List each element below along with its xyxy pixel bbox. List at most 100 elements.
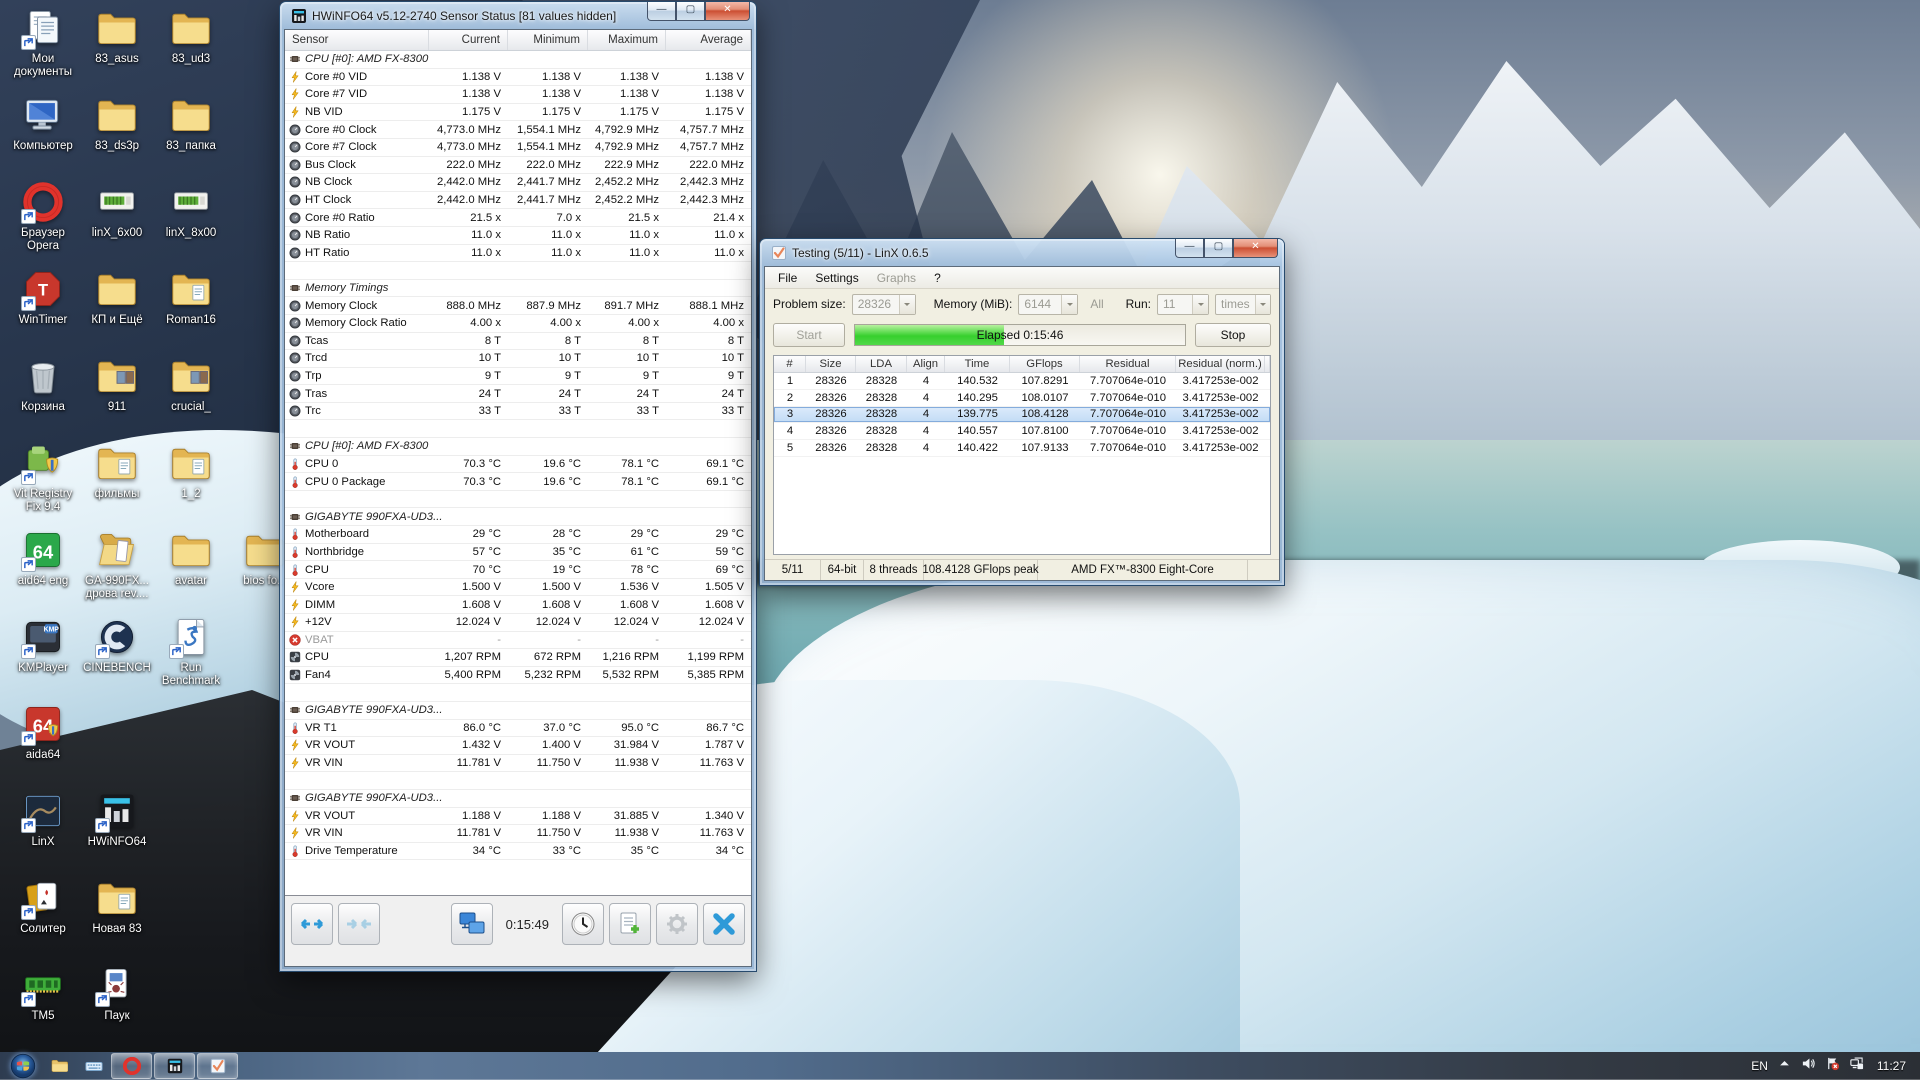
desktop-icon-benchdoc[interactable]: Run Benchmark bbox=[156, 615, 226, 688]
desktop-icon-cinebench[interactable]: CINEBENCH bbox=[82, 615, 152, 675]
volume-icon[interactable] bbox=[1801, 1056, 1816, 1076]
expand-arrows-button[interactable] bbox=[291, 903, 333, 945]
action-center-flag-icon[interactable] bbox=[1825, 1056, 1840, 1076]
desktop-icon-folder[interactable]: 83_ds3p bbox=[82, 93, 152, 153]
linx-close-button[interactable]: ✕ bbox=[1233, 239, 1278, 258]
linx-column-header-7[interactable]: Residual (norm.) bbox=[1176, 356, 1265, 372]
sensor-row[interactable]: Motherboard29 °C28 °C29 °C29 °C bbox=[285, 526, 751, 544]
sensor-row[interactable]: DIMM1.608 V1.608 V1.608 V1.608 V bbox=[285, 596, 751, 614]
hidden-icons-arrow[interactable] bbox=[1777, 1056, 1792, 1076]
menu-help[interactable]: ? bbox=[925, 269, 950, 287]
start-button-orb[interactable] bbox=[6, 1053, 40, 1079]
sensor-row[interactable]: Core #0 Ratio21.5 x7.0 x21.5 x21.4 x bbox=[285, 209, 751, 227]
linx-result-row[interactable]: 428326283284140.557107.81007.707064e-010… bbox=[774, 423, 1270, 440]
sensor-row[interactable]: Fan45,400 RPM5,232 RPM5,532 RPM5,385 RPM bbox=[285, 667, 751, 685]
hwinfo-column-header-average[interactable]: Average bbox=[666, 30, 751, 50]
sensor-row[interactable]: CPU1,207 RPM672 RPM1,216 RPM1,199 RPM bbox=[285, 649, 751, 667]
sensor-row[interactable]: GIGABYTE 990FXA-UD3... bbox=[285, 702, 751, 720]
sensor-row[interactable]: Memory Clock Ratio4.00 x4.00 x4.00 x4.00… bbox=[285, 315, 751, 333]
desktop-icon-linxapp[interactable]: LinX bbox=[8, 789, 78, 849]
linx-column-header-3[interactable]: Align bbox=[907, 356, 945, 372]
desktop-icon-folderdocs[interactable]: Новая 83 bbox=[82, 876, 152, 936]
sensor-row[interactable]: Core #0 VID1.138 V1.138 V1.138 V1.138 V bbox=[285, 69, 751, 87]
sensor-row[interactable]: CPU 070.3 °C19.6 °C78.1 °C69.1 °C bbox=[285, 456, 751, 474]
sensor-row[interactable]: Bus Clock222.0 MHz222.0 MHz222.9 MHz222.… bbox=[285, 157, 751, 175]
sensor-row[interactable]: Northbridge57 °C35 °C61 °C59 °C bbox=[285, 544, 751, 562]
sensor-row[interactable]: NB VID1.175 V1.175 V1.175 V1.175 V bbox=[285, 104, 751, 122]
hwinfo-minimize-button[interactable]: — bbox=[647, 2, 676, 21]
desktop-icon-folder[interactable]: КП и Ещё bbox=[82, 267, 152, 327]
sensor-row[interactable]: Drive Temperature34 °C33 °C35 °C34 °C bbox=[285, 843, 751, 861]
linx-result-row[interactable]: 128326283284140.532107.82917.707064e-010… bbox=[774, 373, 1270, 390]
menu-file[interactable]: File bbox=[769, 269, 806, 287]
sensor-row[interactable]: Memory Timings bbox=[285, 280, 751, 298]
sensor-row[interactable]: Core #7 Clock4,773.0 MHz1,554.1 MHz4,792… bbox=[285, 139, 751, 157]
sensor-row[interactable]: GIGABYTE 990FXA-UD3... bbox=[285, 508, 751, 526]
sensor-row[interactable]: VR VIN11.781 V11.750 V11.938 V11.763 V bbox=[285, 825, 751, 843]
linx-result-row[interactable]: 528326283284140.422107.91337.707064e-010… bbox=[774, 440, 1270, 457]
sensor-row[interactable]: VR T186.0 °C37.0 °C95.0 °C86.7 °C bbox=[285, 720, 751, 738]
desktop-icon-spider[interactable]: Паук bbox=[82, 963, 152, 1023]
hwinfo-maximize-button[interactable]: ▢ bbox=[676, 2, 705, 21]
sensor-row[interactable]: CPU [#0]: AMD FX-8300 bbox=[285, 51, 751, 69]
desktop-icon-ramfile[interactable]: linX_8x00 bbox=[156, 180, 226, 240]
desktop-icon-folderdocs[interactable]: Roman16 bbox=[156, 267, 226, 327]
sensor-row[interactable]: +12V12.024 V12.024 V12.024 V12.024 V bbox=[285, 614, 751, 632]
linx-taskbar-button[interactable] bbox=[197, 1053, 238, 1079]
report-button[interactable] bbox=[609, 903, 651, 945]
sensor-row[interactable]: Core #0 Clock4,773.0 MHz1,554.1 MHz4,792… bbox=[285, 121, 751, 139]
sensor-row[interactable]: Trcd10 T10 T10 T10 T bbox=[285, 350, 751, 368]
hwinfo-column-header-maximum[interactable]: Maximum bbox=[588, 30, 666, 50]
sensor-row[interactable]: Trc33 T33 T33 T33 T bbox=[285, 403, 751, 421]
sensor-row[interactable]: Memory Clock888.0 MHz887.9 MHz891.7 MHz8… bbox=[285, 297, 751, 315]
hwinfo-titlebar[interactable]: HWiNFO64 v5.12-2740 Sensor Status [81 va… bbox=[284, 2, 752, 29]
desktop-icon-folder[interactable]: avatar bbox=[156, 528, 226, 588]
sensor-row[interactable]: GIGABYTE 990FXA-UD3... bbox=[285, 790, 751, 808]
sensor-row[interactable]: CPU 0 Package70.3 °C19.6 °C78.1 °C69.1 °… bbox=[285, 473, 751, 491]
desktop-icon-ramfile[interactable]: linX_6x00 bbox=[82, 180, 152, 240]
linx-minimize-button[interactable]: — bbox=[1175, 239, 1204, 258]
sensor-row[interactable]: CPU70 °C19 °C78 °C69 °C bbox=[285, 561, 751, 579]
desktop-icon-folderopen[interactable]: GA-990FX... дрова rev.... bbox=[82, 528, 152, 601]
monitors-button[interactable] bbox=[451, 903, 493, 945]
linx-titlebar[interactable]: Testing (5/11) - LinX 0.6.5 — ▢ ✕ bbox=[764, 239, 1280, 266]
sensor-row[interactable]: NB Ratio11.0 x11.0 x11.0 x11.0 x bbox=[285, 227, 751, 245]
sensor-row[interactable]: VR VOUT1.188 V1.188 V31.885 V1.340 V bbox=[285, 808, 751, 826]
linx-column-header-0[interactable]: # bbox=[774, 356, 806, 372]
desktop-icon-computer[interactable]: Компьютер bbox=[8, 93, 78, 153]
sensor-row[interactable]: CPU [#0]: AMD FX-8300 bbox=[285, 438, 751, 456]
hwinfo-close-button[interactable]: ✕ bbox=[705, 2, 750, 21]
linx-column-header-5[interactable]: GFlops bbox=[1010, 356, 1080, 372]
network-icon[interactable] bbox=[1849, 1056, 1864, 1076]
desktop-icon-tm5[interactable]: TM5 bbox=[8, 963, 78, 1023]
desktop-icon-folderpics[interactable]: crucial_ bbox=[156, 354, 226, 414]
sensor-row[interactable]: VBAT---- bbox=[285, 632, 751, 650]
sensor-row[interactable]: HT Ratio11.0 x11.0 x11.0 x11.0 x bbox=[285, 245, 751, 263]
stop-button[interactable]: Stop bbox=[1195, 323, 1271, 347]
sensor-row[interactable]: Core #7 VID1.138 V1.138 V1.138 V1.138 V bbox=[285, 86, 751, 104]
sensor-row[interactable]: Tras24 T24 T24 T24 T bbox=[285, 385, 751, 403]
hwinfo-column-header-minimum[interactable]: Minimum bbox=[508, 30, 588, 50]
language-indicator[interactable]: EN bbox=[1751, 1059, 1768, 1073]
sensor-row[interactable]: VR VOUT1.432 V1.400 V31.984 V1.787 V bbox=[285, 737, 751, 755]
desktop-icon-folderpics[interactable]: 911 bbox=[82, 354, 152, 414]
desktop-icon-folder[interactable]: 83_asus bbox=[82, 6, 152, 66]
sensor-row[interactable]: NB Clock2,442.0 MHz2,441.7 MHz2,452.2 MH… bbox=[285, 174, 751, 192]
taskbar-clock[interactable]: 11:27 bbox=[1873, 1059, 1910, 1073]
sensor-row[interactable]: Trp9 T9 T9 T9 T bbox=[285, 368, 751, 386]
opera-taskbar-button[interactable] bbox=[111, 1053, 152, 1079]
linx-result-row[interactable]: 328326283284139.775108.41287.707064e-010… bbox=[774, 407, 1270, 424]
desktop-icon-aida64green[interactable]: 64aid64 eng bbox=[8, 528, 78, 588]
hwinfo-column-header-sensor[interactable]: Sensor bbox=[285, 30, 429, 50]
desktop-icon-folderdocs[interactable]: 1_2 bbox=[156, 441, 226, 501]
desktop-icon-solitaire[interactable]: Солитер bbox=[8, 876, 78, 936]
desktop-icon-kmplayer[interactable]: KMPKMPlayer bbox=[8, 615, 78, 675]
linx-column-header-1[interactable]: Size bbox=[806, 356, 856, 372]
close-x-button[interactable] bbox=[703, 903, 745, 945]
linx-result-row[interactable]: 228326283284140.295108.01077.707064e-010… bbox=[774, 390, 1270, 407]
sensor-row[interactable]: HT Clock2,442.0 MHz2,441.7 MHz2,452.2 MH… bbox=[285, 192, 751, 210]
explorer-icon[interactable] bbox=[48, 1055, 72, 1077]
hwinfo-taskbar-button[interactable] bbox=[154, 1053, 195, 1079]
linx-column-header-4[interactable]: Time bbox=[945, 356, 1010, 372]
keyboard-icon[interactable] bbox=[82, 1055, 106, 1077]
